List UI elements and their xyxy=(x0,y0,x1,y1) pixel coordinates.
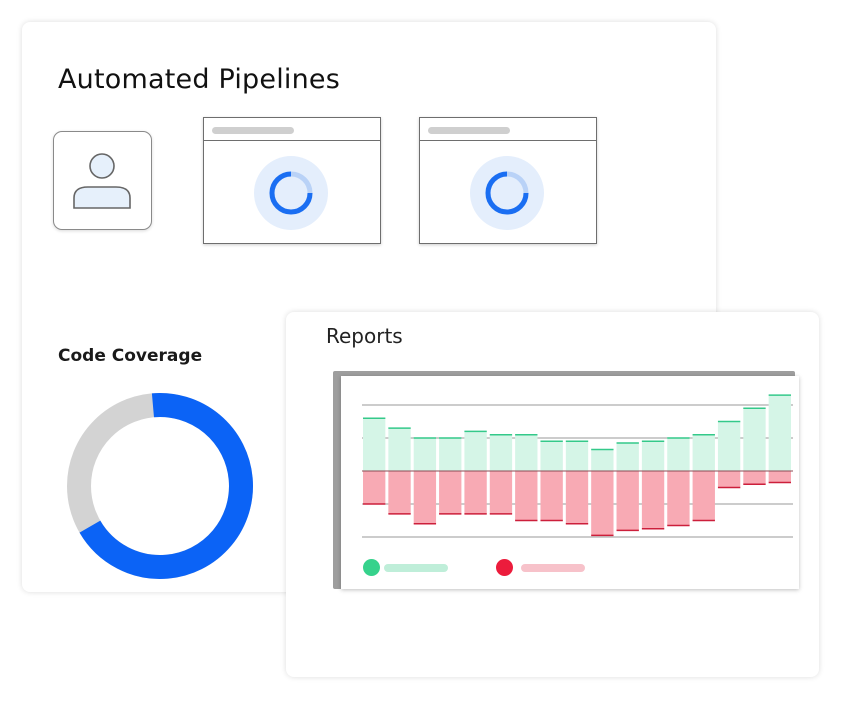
loading-spinner-icon xyxy=(470,156,544,230)
chart-bar-negative xyxy=(464,471,487,514)
chart-bar-negative xyxy=(540,471,563,521)
chart-bar-negative xyxy=(363,471,386,504)
stage-title-placeholder xyxy=(428,127,510,134)
chart-bar-negative xyxy=(515,471,538,521)
chart-bar-positive xyxy=(641,441,665,471)
chart-bar-negative xyxy=(768,471,791,483)
chart-bar-negative xyxy=(439,471,462,514)
chart-bar-negative xyxy=(616,471,639,531)
user-icon xyxy=(73,153,131,209)
reports-chart-panel xyxy=(341,376,799,589)
pipelines-title: Automated Pipelines xyxy=(58,64,340,95)
reports-bar-chart xyxy=(362,394,793,538)
code-coverage-title: Code Coverage xyxy=(58,346,203,366)
legend-positive-dot xyxy=(363,559,380,576)
chart-bar-negative xyxy=(388,471,411,514)
chart-bar-positive xyxy=(363,418,386,471)
chart-bar-negative xyxy=(743,471,766,485)
legend-negative-label-placeholder xyxy=(521,564,585,572)
stage-title-placeholder xyxy=(212,127,294,134)
chart-bar-positive xyxy=(667,438,690,471)
chart-bar-positive xyxy=(413,438,437,471)
chart-bar-positive xyxy=(464,431,487,471)
chart-bar-negative xyxy=(667,471,690,526)
chart-bar-positive xyxy=(591,449,614,471)
pipeline-stage-1[interactable] xyxy=(203,117,381,244)
chart-bar-positive xyxy=(489,434,513,471)
reports-card: Reports xyxy=(286,312,819,677)
chart-bar-positive xyxy=(743,408,766,471)
chart-bar-negative xyxy=(692,471,715,521)
chart-bar-negative xyxy=(591,471,614,536)
chart-bar-positive xyxy=(768,395,791,471)
stage-header xyxy=(204,118,380,141)
chart-bar-positive xyxy=(540,441,563,471)
chart-bar-positive xyxy=(388,428,411,471)
chart-bar-positive xyxy=(717,421,741,471)
chart-bar-positive xyxy=(616,442,639,471)
pipeline-stage-2[interactable] xyxy=(419,117,597,244)
chart-bar-positive xyxy=(439,438,462,471)
chart-bar-negative xyxy=(717,471,741,488)
user-card[interactable] xyxy=(53,131,152,230)
chart-bar-positive xyxy=(692,434,715,471)
chart-bar-positive xyxy=(515,434,538,471)
chart-bar-negative xyxy=(641,471,665,529)
reports-title: Reports xyxy=(326,324,403,348)
legend-negative-dot xyxy=(496,559,513,576)
chart-bar-negative xyxy=(413,471,437,524)
chart-bar-negative xyxy=(565,471,589,524)
chart-bar-negative xyxy=(489,471,513,514)
chart-bar-positive xyxy=(565,441,589,471)
legend-positive-label-placeholder xyxy=(384,564,448,572)
loading-spinner-icon xyxy=(254,156,328,230)
code-coverage-donut xyxy=(67,393,253,579)
stage-header xyxy=(420,118,596,141)
